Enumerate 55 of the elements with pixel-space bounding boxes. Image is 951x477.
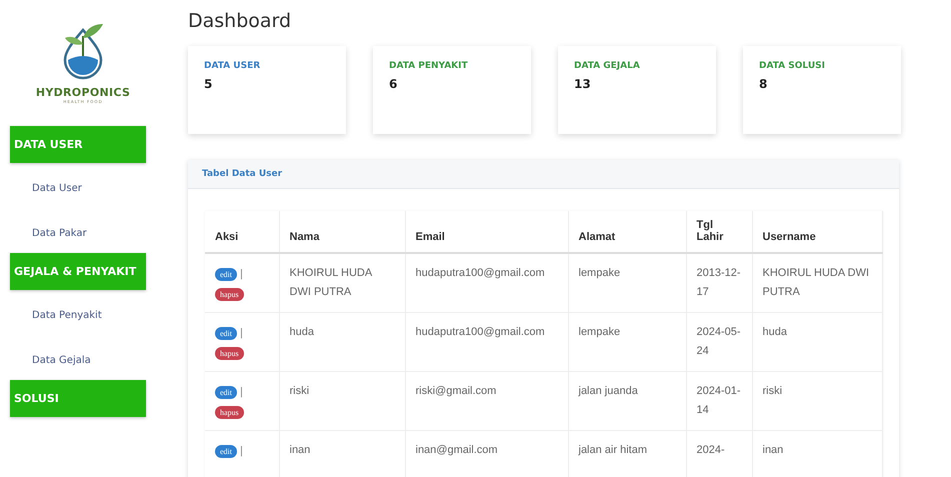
table-cell: huda [752, 312, 882, 372]
column-header: Username [752, 211, 882, 253]
table-cell: riski [279, 372, 405, 430]
edit-button[interactable]: edit [215, 386, 237, 399]
separator-text: | [240, 386, 243, 398]
separator-text: | [240, 268, 243, 280]
column-header: Alamat [568, 211, 686, 253]
delete-button[interactable]: hapus [215, 288, 244, 301]
table-cell: riski@gmail.com [405, 372, 568, 430]
table-cell: 2024- [686, 430, 752, 477]
table-cell: huda [279, 312, 405, 372]
separator-text: | [240, 327, 243, 339]
stat-value: 8 [759, 77, 768, 91]
table-cell: lempake [568, 253, 686, 312]
column-header: Aksi [205, 211, 279, 253]
table-cell: lempake [568, 312, 686, 372]
column-header: Nama [279, 211, 405, 253]
table-cell: inan@gmail.com [405, 430, 568, 477]
stat-value: 13 [574, 77, 591, 91]
sidebar-item[interactable]: Data Pakar [0, 208, 180, 253]
table-cell: KHOIRUL HUDA DWI PUTRA [752, 253, 882, 312]
stat-value: 6 [389, 77, 398, 91]
table-cell: hudaputra100@gmail.com [405, 253, 568, 312]
table-cell: inan [279, 430, 405, 477]
sidebar-section-header: GEJALA & PENYAKIT [10, 253, 146, 290]
table-cell: jalan air hitam [568, 430, 686, 477]
stat-label: DATA GEJALA [574, 61, 640, 71]
edit-button[interactable]: edit [215, 268, 237, 281]
sidebar-item[interactable]: Data Penyakit [0, 290, 180, 335]
table-cell: riski [752, 372, 882, 430]
sidebar-section-header: SOLUSI [10, 380, 146, 417]
table-cell: inan [752, 430, 882, 477]
stat-label: DATA PENYAKIT [389, 61, 468, 71]
table-cell: 2024-01-14 [686, 372, 752, 430]
table-cell: jalan juanda [568, 372, 686, 430]
edit-button[interactable]: edit [215, 327, 237, 340]
delete-button[interactable]: hapus [215, 347, 244, 360]
stat-label: DATA SOLUSI [759, 61, 825, 71]
sidebar-item[interactable]: Data User [0, 163, 180, 208]
column-header: Email [405, 211, 568, 253]
edit-button[interactable]: edit [215, 445, 237, 458]
table-cell: KHOIRUL HUDA DWI PUTRA [279, 253, 405, 312]
table-title: Tabel Data User [202, 169, 282, 179]
table-cell: 2024-05-24 [686, 312, 752, 372]
stat-value: 5 [204, 77, 212, 91]
table-cell: 2013-12-17 [686, 253, 752, 312]
separator-text: | [240, 445, 243, 457]
logo-title: HYDROPONICS [36, 86, 130, 99]
table-cell: hudaputra100@gmail.com [405, 312, 568, 372]
sidebar-item[interactable]: Data Gejala [0, 335, 180, 380]
page-title: Dashboard [188, 10, 292, 32]
column-header: Tgl Lahir [686, 211, 752, 253]
stat-label: DATA USER [204, 61, 260, 71]
sidebar-section-header: DATA USER [10, 126, 146, 163]
delete-button[interactable]: hapus [215, 406, 244, 419]
